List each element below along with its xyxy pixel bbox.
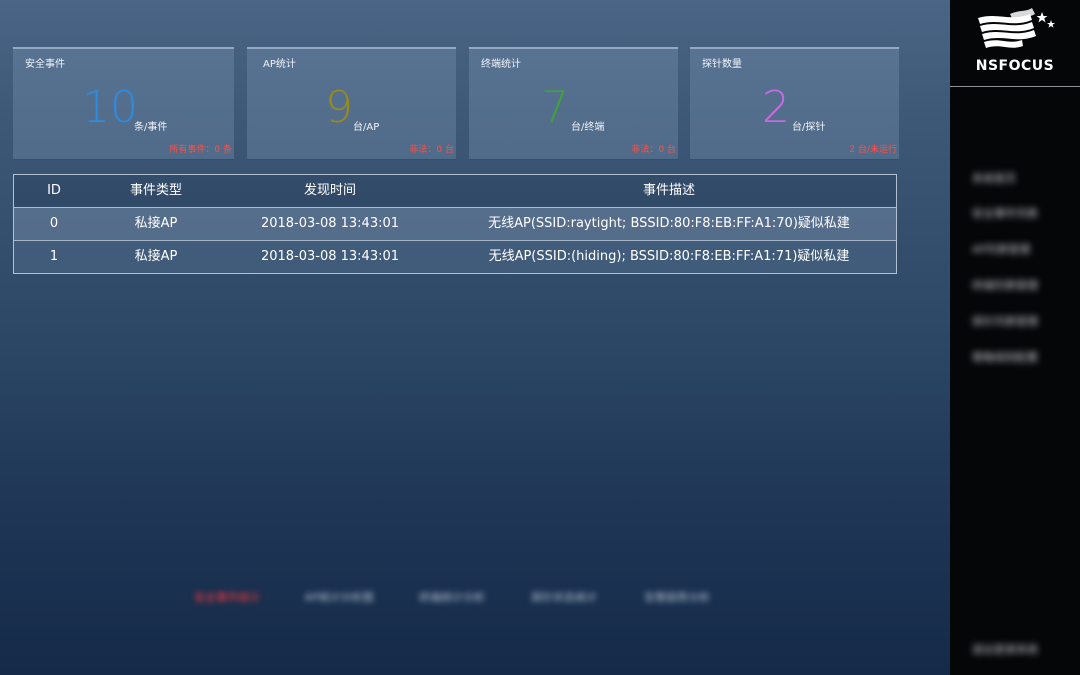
card-title: 终端统计 bbox=[481, 59, 521, 70]
cell-id: 0 bbox=[49, 216, 59, 231]
card-unit: 台/终端 bbox=[571, 122, 605, 133]
card-unit: 台/探针 bbox=[792, 122, 826, 133]
bottom-tab-probe-status[interactable]: 探针状态统计 bbox=[517, 588, 611, 608]
card-value: 9 bbox=[325, 82, 353, 133]
card-footer: 非法：0 台 bbox=[631, 145, 676, 155]
cell-description: 无线AP(SSID:(hiding); BSSID:80:F8:EB:FF:A1… bbox=[488, 249, 850, 264]
events-table: ID 事件类型 发现时间 事件描述 0 私接AP 2018-03-08 13:4… bbox=[13, 174, 897, 274]
sidebar-item-home[interactable]: 系统首页 bbox=[972, 172, 1042, 186]
security-events-card[interactable]: 安全事件 10 条/事件 所有事件：0 条 bbox=[13, 47, 234, 159]
cell-type: 私接AP bbox=[134, 249, 178, 264]
card-title: AP统计 bbox=[263, 59, 296, 70]
card-footer: 所有事件：0 条 bbox=[169, 145, 232, 155]
cell-time: 2018-03-08 13:43:01 bbox=[260, 249, 400, 264]
cell-description: 无线AP(SSID:raytight; BSSID:80:F8:EB:FF:A1… bbox=[488, 216, 850, 231]
flag-logo-icon bbox=[978, 8, 1055, 48]
sidebar-item-terminal-list[interactable]: 终端列表管理 bbox=[972, 279, 1042, 293]
card-footer: 2 台/未运行 bbox=[849, 145, 897, 155]
sidebar-item-policy[interactable]: 策略规则配置 bbox=[972, 351, 1042, 365]
probe-count-card[interactable]: 探针数量 2 台/探针 2 台/未运行 bbox=[690, 47, 899, 159]
bottom-tab-terminal-stats[interactable]: 终端统计分析 bbox=[405, 588, 499, 608]
brand-logo[interactable]: NSFOCUS bbox=[950, 0, 1080, 87]
sidebar-item-security-events[interactable]: 安全事件列表 bbox=[972, 207, 1042, 221]
terminal-stats-card[interactable]: 终端统计 7 台/终端 非法：0 台 bbox=[469, 47, 678, 159]
main-dashboard: 安全事件 10 条/事件 所有事件：0 条 AP统计 9 台/AP 非法：0 台… bbox=[0, 0, 950, 675]
card-unit: 条/事件 bbox=[134, 122, 168, 133]
card-title: 安全事件 bbox=[25, 59, 65, 70]
column-header-type[interactable]: 事件类型 bbox=[94, 175, 218, 207]
cell-type: 私接AP bbox=[134, 216, 178, 231]
bottom-tab-ap-stats[interactable]: AP统计分析图 bbox=[292, 588, 386, 608]
card-value: 2 bbox=[762, 82, 790, 133]
card-value: 10 bbox=[82, 82, 138, 133]
sidebar-item-probe-list[interactable]: 探针列表管理 bbox=[972, 315, 1042, 329]
brand-name: NSFOCUS bbox=[975, 58, 1055, 74]
bottom-tab-security-events[interactable]: 安全事件统计 bbox=[180, 588, 274, 608]
cell-time: 2018-03-08 13:43:01 bbox=[260, 216, 400, 231]
sidebar: NSFOCUS 系统首页 安全事件列表 AP列表管理 终端列表管理 探针列表管理… bbox=[950, 0, 1080, 675]
card-title: 探针数量 bbox=[702, 59, 742, 70]
bottom-tab-alarm-trend[interactable]: 告警趋势分析 bbox=[630, 588, 724, 608]
column-header-id[interactable]: ID bbox=[14, 175, 94, 207]
column-header-description[interactable]: 事件描述 bbox=[442, 175, 896, 207]
card-unit: 台/AP bbox=[353, 122, 380, 133]
table-row[interactable]: 1 私接AP 2018-03-08 13:43:01 无线AP(SSID:(hi… bbox=[14, 240, 896, 273]
cell-id: 1 bbox=[49, 249, 59, 264]
table-row[interactable]: 0 私接AP 2018-03-08 13:43:01 无线AP(SSID:ray… bbox=[14, 207, 896, 240]
ap-stats-card[interactable]: AP统计 9 台/AP 非法：0 台 bbox=[247, 47, 456, 159]
card-value: 7 bbox=[541, 82, 569, 133]
column-header-time[interactable]: 发现时间 bbox=[218, 175, 442, 207]
sidebar-item-logout[interactable]: 退出登录系统 bbox=[972, 643, 1042, 657]
sidebar-item-ap-list[interactable]: AP列表管理 bbox=[972, 243, 1042, 257]
table-header-row: ID 事件类型 发现时间 事件描述 bbox=[14, 175, 896, 207]
card-footer: 非法：0 台 bbox=[409, 145, 454, 155]
